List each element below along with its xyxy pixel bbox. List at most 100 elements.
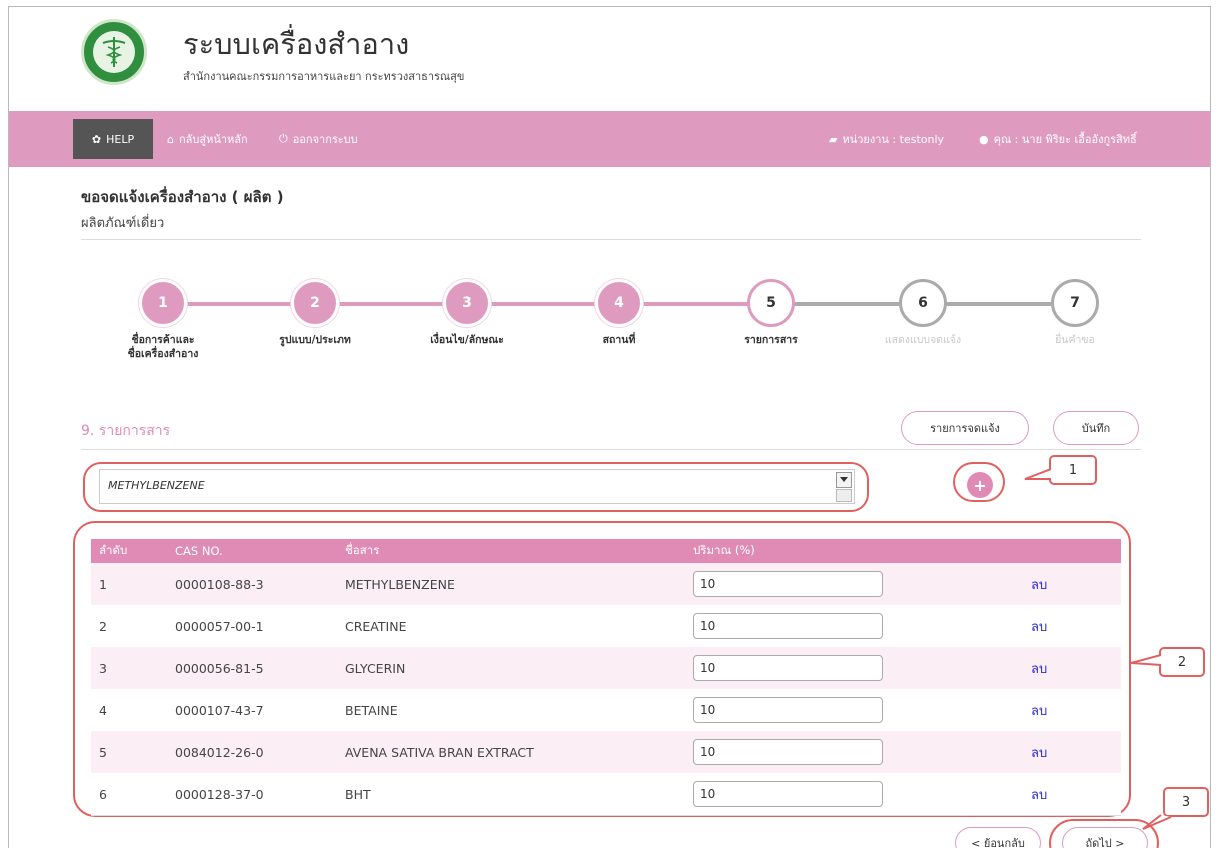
amount-input[interactable]: [693, 781, 883, 807]
row-name: GLYCERIN: [345, 660, 406, 676]
delete-link[interactable]: ลบ: [1031, 605, 1047, 647]
row-cas: 0000057-00-1: [175, 618, 264, 634]
header-no: ลำดับ: [99, 543, 128, 557]
delete-link[interactable]: ลบ: [1031, 563, 1047, 605]
app-title: ระบบเครื่องสำอาง: [183, 27, 410, 61]
header-amount: ปริมาณ (%): [693, 543, 755, 557]
row-no: 2: [99, 618, 107, 634]
substance-table: ลำดับ CAS NO. ชื่อสาร ปริมาณ (%) 1 00001…: [91, 539, 1121, 823]
step-1-label: ชื่อการค้าและ ชื่อเครื่องสำอาง: [93, 333, 233, 361]
step-7-label: ยื่นคำขอ: [1055, 334, 1095, 346]
step-3-circle[interactable]: 3: [443, 279, 491, 327]
table-row: 5 0084012-26-0 AVENA SATIVA BRAN EXTRACT…: [91, 731, 1121, 773]
step-6-circle: 6: [899, 279, 947, 327]
divider: [81, 239, 1141, 240]
step-4-circle[interactable]: 4: [595, 279, 643, 327]
help-button[interactable]: ✿ HELP: [73, 119, 153, 159]
logout-label: ออกจากระบบ: [292, 133, 358, 146]
delete-link[interactable]: ลบ: [1031, 647, 1047, 689]
row-cas: 0084012-26-0: [175, 744, 264, 760]
section-title: 9. รายการสาร: [81, 423, 171, 439]
amount-input[interactable]: [693, 571, 883, 597]
power-icon: ⏻: [279, 132, 288, 145]
row-no: 4: [99, 702, 107, 718]
amount-input[interactable]: [693, 697, 883, 723]
step-5-label: รายการสาร: [744, 334, 798, 346]
table-row: 4 0000107-43-7 BETAINE ลบ: [91, 689, 1121, 731]
delete-link[interactable]: ลบ: [1031, 689, 1047, 731]
amount-input[interactable]: [693, 655, 883, 681]
agency-info: ▰ หน่วยงาน : testonly: [829, 119, 944, 159]
row-amount: [693, 605, 883, 647]
table-row: 3 0000056-81-5 GLYCERIN ลบ: [91, 647, 1121, 689]
row-amount: [693, 563, 883, 605]
row-no: 6: [99, 786, 107, 802]
header-cas: CAS NO.: [175, 544, 223, 558]
table-footer-line: [91, 815, 1121, 823]
table-row: 2 0000057-00-1 CREATINE ลบ: [91, 605, 1121, 647]
section-divider: [81, 449, 1141, 450]
page-subtitle: ผลิตภัณฑ์เดี่ยว: [81, 216, 165, 231]
home-link[interactable]: ⌂ กลับสู่หน้าหลัก: [167, 119, 248, 159]
row-name: BHT: [345, 786, 371, 802]
step-1-circle[interactable]: 1: [139, 279, 187, 327]
row-name: BETAINE: [345, 702, 398, 718]
app-subtitle: สำนักงานคณะกรรมการอาหารและยา กระทรวงสาธา…: [183, 70, 465, 83]
row-amount: [693, 689, 883, 731]
navbar: ✿ HELP ⌂ กลับสู่หน้าหลัก ⏻ ออกจากระบบ ▰ …: [9, 111, 1210, 167]
delete-link[interactable]: ลบ: [1031, 773, 1047, 815]
step-4-label: สถานที่: [602, 334, 636, 346]
save-button[interactable]: บันทึก: [1053, 411, 1139, 445]
row-amount: [693, 731, 883, 773]
callout-1-pointer: [1024, 468, 1051, 480]
row-name: CREATINE: [345, 618, 407, 634]
header: ระบบเครื่องสำอาง สำนักงานคณะกรรมการอาหาร…: [9, 7, 1210, 111]
header-name: ชื่อสาร: [345, 543, 380, 557]
home-label: กลับสู่หน้าหลัก: [178, 133, 248, 146]
callout-oval-select: [83, 462, 869, 512]
row-cas: 0000108-88-3: [175, 576, 264, 592]
step-1-label-line1: ชื่อการค้าและ: [131, 334, 195, 346]
step-6-label: แสดงแบบจดแจ้ง: [884, 334, 962, 346]
user-icon: ●: [979, 132, 989, 146]
delete-link[interactable]: ลบ: [1031, 731, 1047, 773]
callout-2: 2: [1159, 647, 1205, 677]
caduceus-icon: [93, 31, 135, 73]
callout-3-pointer: [1142, 814, 1172, 830]
row-no: 3: [99, 660, 107, 676]
table-header: ลำดับ CAS NO. ชื่อสาร ปริมาณ (%): [91, 539, 1121, 563]
row-amount: [693, 773, 883, 815]
step-3-label: เงื่อนไข/ลักษณะ: [430, 334, 504, 346]
step-7-circle: 7: [1051, 279, 1099, 327]
table-row: 1 0000108-88-3 METHYLBENZENE ลบ: [91, 563, 1121, 605]
row-cas: 0000107-43-7: [175, 702, 264, 718]
page-title: ขอจดแจ้งเครื่องสำอาง ( ผลิต ): [81, 188, 284, 206]
notification-list-button[interactable]: รายการจดแจ้ง: [901, 411, 1029, 445]
page-frame: ระบบเครื่องสำอาง สำนักงานคณะกรรมการอาหาร…: [8, 6, 1211, 848]
step-2-label: รูปแบบ/ประเภท: [279, 334, 351, 346]
callout-oval-add: [953, 462, 1005, 502]
row-no: 5: [99, 744, 107, 760]
help-label: HELP: [106, 132, 135, 146]
back-button[interactable]: < ย้อนกลับ: [955, 827, 1041, 848]
row-cas: 0000056-81-5: [175, 660, 264, 676]
step-1-label-line2: ชื่อเครื่องสำอาง: [127, 348, 199, 360]
fda-logo: [81, 19, 147, 85]
user-label: คุณ : นาย พิริยะ เอื้ออังกูรสิทธิ์: [993, 133, 1137, 146]
agency-label: หน่วยงาน : testonly: [842, 133, 945, 146]
callout-2-pointer: [1130, 654, 1161, 666]
gear-icon: ✿: [91, 132, 102, 146]
step-2-circle[interactable]: 2: [291, 279, 339, 327]
table-row: 6 0000128-37-0 BHT ลบ: [91, 773, 1121, 815]
row-name: METHYLBENZENE: [345, 576, 455, 592]
home-icon: ⌂: [167, 132, 174, 146]
row-no: 1: [99, 576, 107, 592]
row-cas: 0000128-37-0: [175, 786, 264, 802]
row-amount: [693, 647, 883, 689]
logout-link[interactable]: ⏻ ออกจากระบบ: [279, 119, 358, 159]
briefcase-icon: ▰: [829, 132, 838, 146]
step-5-circle[interactable]: 5: [747, 279, 795, 327]
amount-input[interactable]: [693, 739, 883, 765]
callout-1: 1: [1049, 455, 1097, 485]
amount-input[interactable]: [693, 613, 883, 639]
